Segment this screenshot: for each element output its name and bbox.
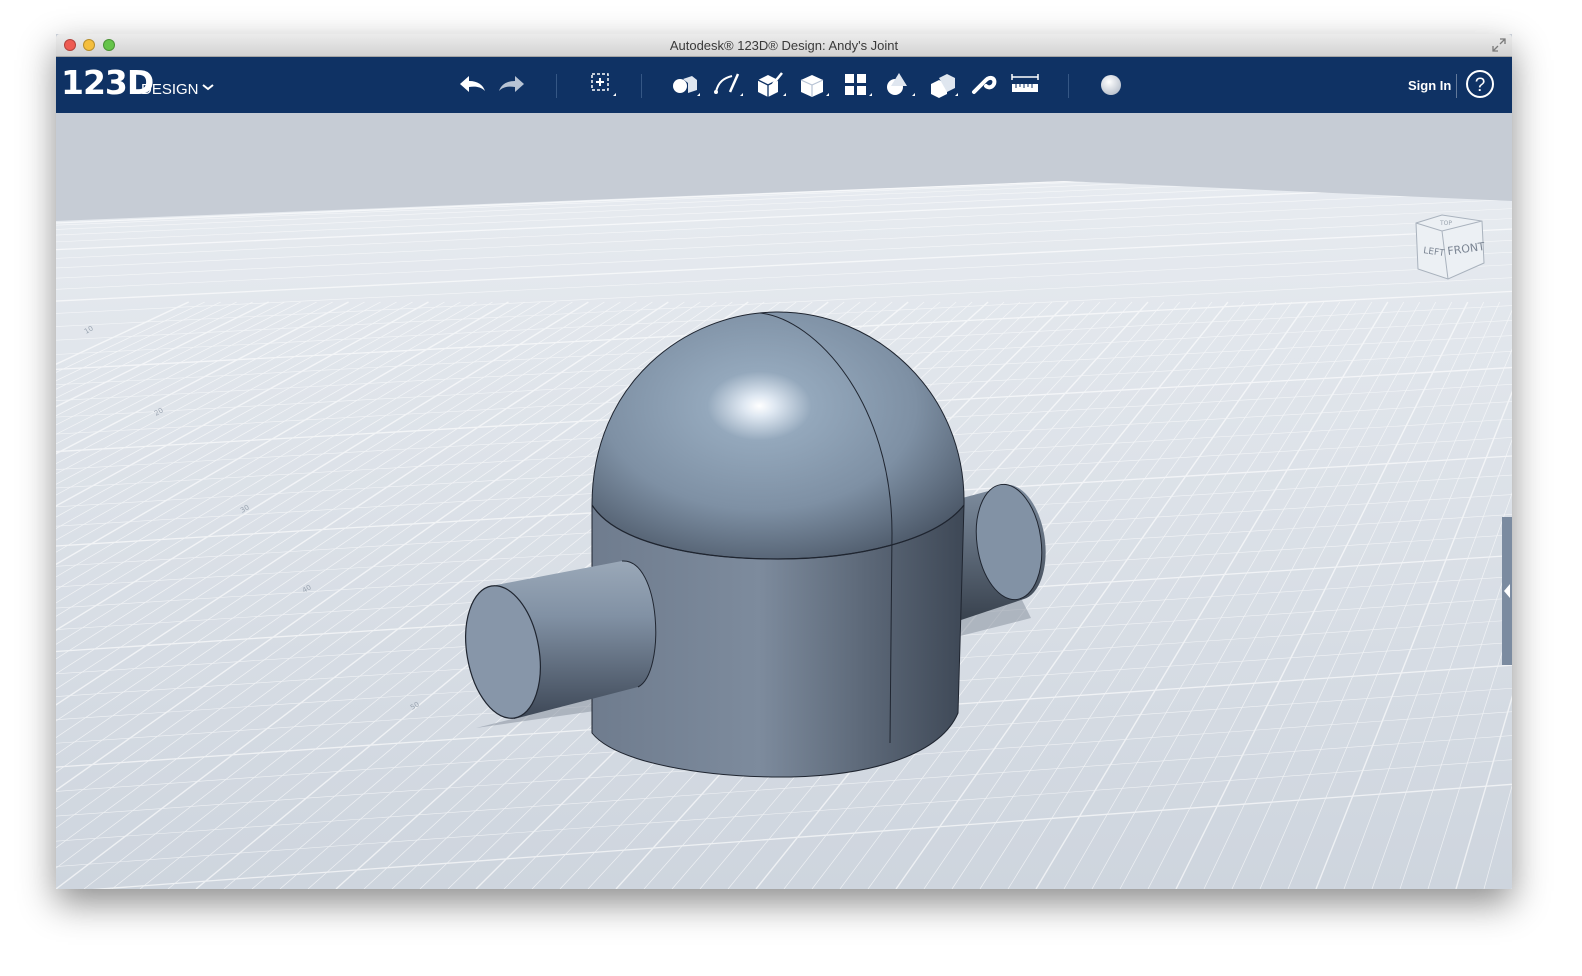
fullscreen-icon[interactable]: [1492, 38, 1506, 52]
grouping-icon[interactable]: [882, 70, 916, 100]
undo-icon[interactable]: [454, 70, 488, 100]
3d-viewport[interactable]: 10 20 30 40 50 LEFT FRONT TOP: [56, 113, 1512, 889]
chevron-down-icon[interactable]: [201, 81, 215, 93]
toolbar-divider: [556, 74, 557, 98]
modify-icon[interactable]: [796, 70, 830, 100]
view-cube-top[interactable]: TOP: [1439, 220, 1452, 227]
help-button[interactable]: ?: [1466, 70, 1494, 98]
app-logo: 123D: [61, 63, 154, 102]
scene-canvas[interactable]: 10 20 30 40 50: [56, 113, 1512, 889]
construct-icon[interactable]: [753, 70, 787, 100]
view-cube[interactable]: LEFT FRONT TOP: [1412, 213, 1486, 285]
sketch-icon[interactable]: [710, 70, 744, 100]
toolbar-divider: [1456, 74, 1457, 98]
title-bar: Autodesk® 123D® Design: Andy's Joint: [56, 34, 1512, 57]
sign-in-link[interactable]: Sign In: [1408, 78, 1451, 93]
measure-icon[interactable]: [1008, 70, 1042, 100]
primitives-icon[interactable]: [667, 70, 701, 100]
combine-icon[interactable]: [925, 70, 959, 100]
main-toolbar: 123D DESIGN Sign In ?: [56, 57, 1512, 113]
transform-icon[interactable]: [583, 70, 617, 100]
app-menu-label[interactable]: DESIGN: [141, 81, 199, 98]
side-panel-handle[interactable]: [1502, 517, 1512, 665]
material-icon[interactable]: [1094, 70, 1128, 100]
app-window: Autodesk® 123D® Design: Andy's Joint 123…: [56, 34, 1512, 889]
toolbar-divider: [641, 74, 642, 98]
redo-icon[interactable]: [496, 70, 530, 100]
snap-icon[interactable]: [966, 70, 1000, 100]
window-title: Autodesk® 123D® Design: Andy's Joint: [669, 38, 899, 53]
toolbar-divider: [1068, 74, 1069, 98]
pattern-icon[interactable]: [839, 70, 873, 100]
